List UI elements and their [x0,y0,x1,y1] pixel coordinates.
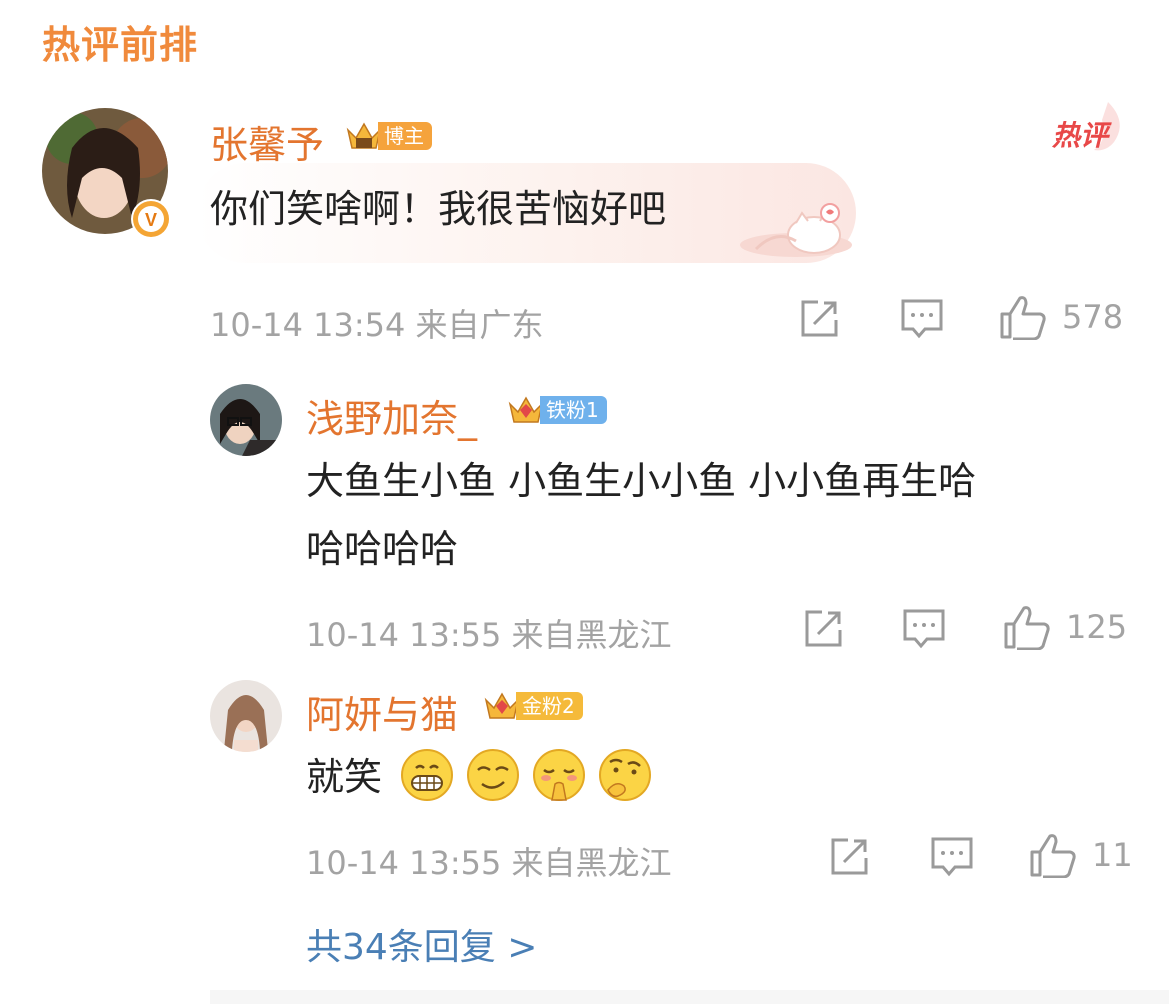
share-icon [805,610,842,647]
comment-location: 来自黑龙江 [511,616,672,654]
comment-icon [903,609,945,649]
section-title: 热评前排 [42,23,199,67]
thinking-icon [599,749,651,801]
view-more-replies-link[interactable]: 共34条回复 > [306,918,537,970]
share-icon [831,838,868,875]
verified-icon: V [131,199,171,239]
share-button[interactable] [798,298,840,340]
like-count: 11 [1092,836,1133,874]
like-count: 125 [1066,608,1128,646]
comment-location: 来自广东 [415,306,544,344]
reply-button[interactable] [900,298,944,340]
comment-text: 就笑 [306,755,383,799]
grin-icon [401,749,453,801]
reply-button[interactable] [902,608,946,650]
hot-comment-label: 热评 [1052,119,1109,152]
comment-icon [931,837,973,877]
like-button[interactable]: 11 [1028,832,1133,878]
like-button[interactable]: 578 [998,294,1123,340]
badge-label: 铁粉1 [540,396,607,424]
comment-time: 10-14 13:55 [306,844,502,882]
comment-text: 你们笑啥啊！我很苦恼好吧 [210,187,667,231]
share-icon [801,300,838,337]
avatar[interactable] [210,384,282,456]
comment-time: 10-14 13:54 [210,306,406,344]
comment-text-line-1: 大鱼生小鱼 小鱼生小小鱼 小小鱼再生哈 [306,459,977,503]
share-button[interactable] [802,608,844,650]
comment-icon [901,299,943,339]
like-count: 578 [1062,298,1124,336]
reply-area-divider [210,990,1169,1004]
badge-label: 金粉2 [516,692,583,720]
reply-button[interactable] [930,836,974,878]
thumbs-up-icon [1000,296,1046,340]
shy-icon [533,749,585,801]
comment-time: 10-14 13:55 [306,616,502,654]
smirk-icon [467,749,519,801]
comment-meta: 10-14 13:54 来自广东 [210,300,544,346]
share-button[interactable] [828,836,870,878]
comment-meta: 10-14 13:55 来自黑龙江 [306,610,672,656]
comment-meta: 10-14 13:55 来自黑龙江 [306,838,672,884]
comment-text-line-2: 哈哈哈哈 [306,527,459,571]
fan-badge[interactable]: 铁粉1 [506,392,607,428]
comment-username[interactable]: 张馨予 [210,114,324,169]
avatar[interactable] [210,680,282,752]
thumbs-up-icon [1004,606,1050,650]
hot-comment-tag: 热评 [1048,98,1128,158]
thumbs-up-icon [1030,834,1076,878]
badge-label: 博主 [378,122,432,150]
like-button[interactable]: 125 [1002,604,1127,650]
comment-username[interactable]: 阿妍与猫 [306,684,458,739]
verified-mark: V [145,210,157,230]
comment-username[interactable]: 浅野加奈_ [306,388,477,443]
fan-badge[interactable]: 金粉2 [482,688,583,724]
blogger-badge[interactable]: 博主 [344,118,432,154]
comment-location: 来自黑龙江 [511,844,672,882]
